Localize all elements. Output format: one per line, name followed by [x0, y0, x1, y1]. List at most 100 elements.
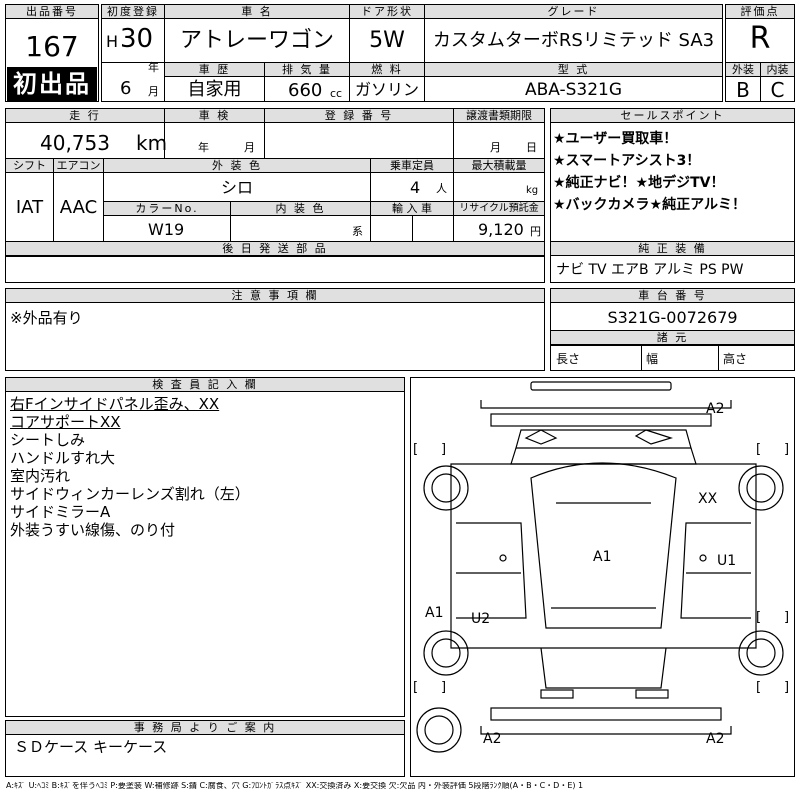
mileage-label: 走 行 — [6, 109, 164, 123]
color-no-label: カラーNo. — [104, 202, 230, 216]
svg-text:[: [ — [756, 680, 761, 695]
mileage-unit: km — [136, 131, 168, 155]
svg-text:]: ] — [784, 610, 789, 625]
recycle-unit: 円 — [530, 225, 541, 238]
inspector-line-8: 外装うすい線傷、のり付 — [10, 521, 176, 539]
svg-text:]: ] — [441, 680, 446, 695]
ext-color: シロ — [220, 178, 253, 197]
height-label: 高さ — [723, 352, 748, 366]
equipment: ナビ TV エアB アルミ PS PW — [556, 262, 744, 278]
sales-point-3: ★純正ナビ！★地デジTV！ — [553, 175, 725, 191]
first-reg-label: 初度登録 — [102, 5, 164, 19]
year-unit: 年 — [148, 61, 159, 74]
max-load-unit: kg — [526, 185, 539, 196]
legend: A:ｷｽﾞ U:ﾍｺﾐ B:ｷｽﾞを伴うﾍｺﾐ P:要塗装 W:補修跡 S:錆 … — [6, 782, 584, 790]
sales-point-2: ★スマートアシスト3！ — [553, 153, 701, 169]
shift-label: シフト — [6, 159, 53, 173]
width-label: 幅 — [646, 352, 659, 366]
fuel: ガソリン — [354, 80, 419, 99]
interior-grade: C — [770, 78, 785, 102]
sales-point-1: ★ユーザー買取車！ — [553, 131, 678, 147]
svg-text:[: [ — [756, 442, 761, 457]
damage-diagram: [ ] [ ] [ ] [ ] [ ] A2 XX A1 U1 A1 U2 A2… — [410, 377, 795, 777]
transfer-label: 譲渡書類期限 — [454, 109, 544, 123]
mark-rear-right: A2 — [706, 731, 725, 747]
import-label: 輸 入 車 — [371, 202, 453, 216]
inspector-label: 検 査 員 記 入 欄 — [6, 378, 404, 392]
grade-label: グレード — [425, 5, 722, 19]
recycle-label: リサイクル預託金 — [454, 202, 544, 216]
aircon-label: エアコン — [54, 159, 103, 173]
svg-text:[: [ — [413, 680, 418, 695]
mark-right-side: U1 — [717, 553, 737, 569]
length-label: 長さ — [556, 352, 581, 366]
inspector-line-6: サイドウィンカーレンズ割れ（左） — [10, 485, 250, 503]
lot-number-label: 出品番号 — [6, 5, 98, 19]
reg-year: 30 — [120, 24, 154, 54]
svg-text:]: ] — [784, 442, 789, 457]
dims-label: 諸 元 — [551, 331, 794, 345]
later-parts-label: 後 日 発 送 部 品 — [6, 242, 544, 256]
transfer-month-unit: 月 — [490, 141, 501, 154]
chassis-number: S321G-0072679 — [607, 308, 738, 327]
era: H — [106, 32, 119, 51]
inspection-label: 車 検 — [165, 109, 264, 123]
model-code: ABA-S321G — [524, 80, 623, 100]
office-label: 事 務 局 よ り ご 案 内 — [6, 721, 404, 735]
inspector-line-1: 右Fインサイドパネル歪み、XX — [10, 395, 220, 413]
lot-number-box: 出品番号 167 初出品 — [5, 4, 99, 102]
sales-points-label: セールスポイント — [551, 109, 794, 123]
chassis-label: 車 台 番 号 — [551, 289, 794, 303]
shift: IAT — [15, 197, 44, 218]
inspection-month-unit: 月 — [244, 141, 255, 154]
interior-grade-label: 内装 — [761, 63, 794, 77]
mark-roof: A1 — [593, 549, 612, 565]
exterior-grade-label: 外装 — [726, 63, 760, 77]
int-color-unit: 系 — [352, 225, 363, 238]
grade: カスタムターボRSリミテッド SA3 — [432, 30, 715, 51]
office-note: ＳＤケース キーケース — [14, 738, 168, 756]
door-type: 5W — [369, 28, 405, 53]
inspector-line-2: コアサポートXX — [10, 413, 121, 431]
inspector-line-5: 室内汚れ — [10, 467, 71, 485]
recycle: 9,120 — [478, 220, 524, 239]
model-name-label: 車 名 — [165, 5, 349, 19]
notes-label: 注 意 事 項 欄 — [6, 289, 544, 303]
mark-left-rear: U2 — [471, 611, 491, 627]
displacement: 660 — [288, 80, 323, 101]
lot-number: 167 — [25, 30, 79, 63]
svg-text:]: ] — [784, 680, 789, 695]
capacity-label: 乗車定員 — [371, 159, 453, 173]
svg-text:[: [ — [413, 442, 418, 457]
door-label: ドア形状 — [350, 5, 424, 19]
reg-month: 6 — [120, 78, 132, 99]
ext-color-label: 外 装 色 — [104, 159, 370, 173]
color-no: W19 — [148, 220, 185, 239]
mark-rear-left: A2 — [483, 731, 502, 747]
car-outline-diagram: [ ] [ ] [ ] [ ] [ ] — [413, 381, 789, 753]
score: R — [749, 21, 771, 56]
first-listing-badge: 初出品 — [7, 67, 97, 101]
svg-text:]: ] — [441, 442, 446, 457]
inspection-year-unit: 年 — [198, 141, 209, 154]
reg-no-label: 登 録 番 号 — [265, 109, 453, 123]
mark-left-side: A1 — [425, 605, 444, 621]
int-color-label: 内 装 色 — [231, 202, 370, 216]
score-label: 評価点 — [726, 5, 794, 19]
transfer-day-unit: 日 — [526, 141, 537, 154]
capacity: 4 — [410, 178, 421, 197]
mark-front-right: A2 — [706, 401, 725, 417]
sales-point-4: ★バックカメラ★純正アルミ！ — [553, 197, 746, 213]
history: 自家用 — [187, 79, 242, 100]
aircon: AAC — [59, 197, 98, 218]
displacement-label: 排 気 量 — [265, 63, 349, 77]
svg-text:[: [ — [756, 610, 761, 625]
inspector-line-4: ハンドルすれ大 — [10, 449, 116, 467]
max-load-label: 最大積載量 — [454, 159, 544, 173]
month-unit: 月 — [148, 85, 159, 98]
notes: ※外品有り — [10, 309, 83, 327]
inspector-line-3: シートしみ — [10, 431, 86, 449]
inspector-line-7: サイドミラーA — [10, 503, 111, 521]
model-code-label: 型 式 — [425, 63, 722, 77]
equipment-label: 純 正 装 備 — [551, 242, 794, 256]
